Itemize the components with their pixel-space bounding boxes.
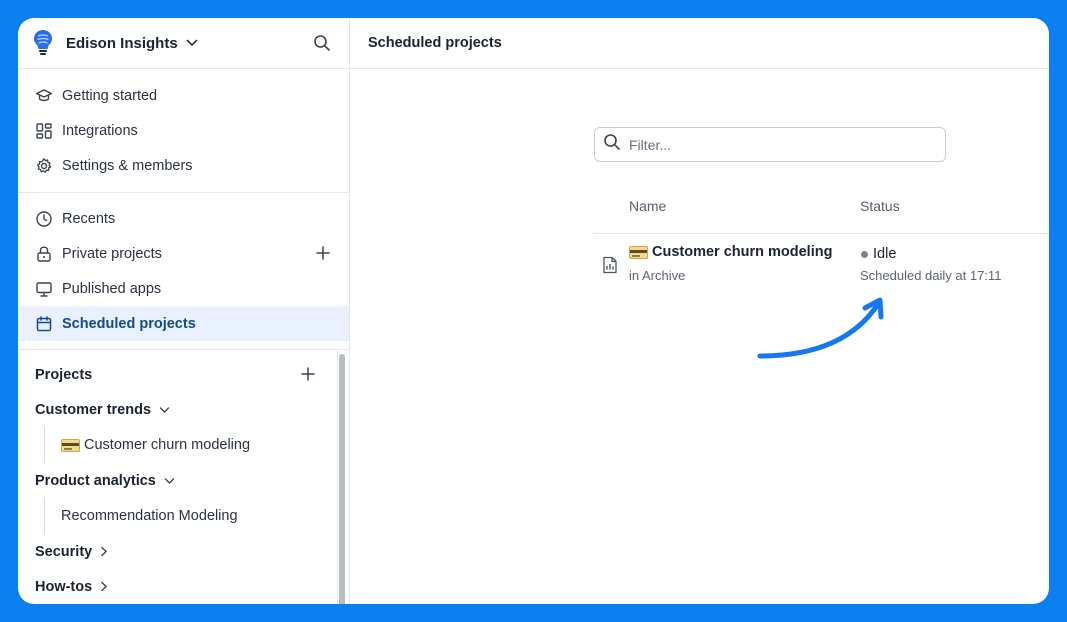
credit-card-emoji-icon (61, 438, 80, 452)
sidebar: Edison Insights Getting started Integrat… (18, 18, 350, 604)
table-divider (594, 233, 1049, 234)
sidebar-scrollbar-thumb[interactable] (339, 354, 345, 604)
monitor-icon (35, 280, 53, 298)
project-item-label: Customer churn modeling (84, 437, 251, 453)
sidebar-item-label: Getting started (62, 87, 158, 104)
sidebar-item-published-apps[interactable]: Published apps (18, 271, 349, 306)
sidebar-item-recents[interactable]: Recents (18, 201, 349, 236)
search-icon (603, 133, 621, 156)
folder-security[interactable]: Security (18, 534, 349, 569)
filter-input[interactable] (629, 136, 929, 153)
gear-icon (35, 157, 53, 175)
folder-product-analytics[interactable]: Product analytics (18, 463, 349, 498)
clock-icon (35, 210, 53, 228)
project-location: in Archive (629, 268, 686, 283)
sidebar-item-label: Private projects (62, 245, 162, 262)
project-row-name[interactable]: Customer churn modeling (629, 244, 832, 260)
column-header-name[interactable]: Name (629, 198, 666, 214)
project-item-recommendation[interactable]: Recommendation Modeling (44, 498, 349, 534)
sidebar-item-scheduled-projects[interactable]: Scheduled projects (18, 306, 349, 341)
folder-label: Security (35, 543, 93, 560)
projects-header-label: Projects (35, 366, 93, 383)
chevron-right-icon[interactable] (100, 581, 108, 592)
chevron-down-icon[interactable] (164, 477, 175, 485)
app-window: Edison Insights Getting started Integrat… (18, 18, 1049, 604)
lightbulb-logo-icon (32, 29, 54, 57)
folder-label: How-tos (35, 578, 93, 595)
report-file-icon (602, 256, 618, 274)
calendar-icon (35, 315, 53, 333)
sidebar-item-label: Scheduled projects (62, 315, 196, 332)
workspace-name[interactable]: Edison Insights (66, 35, 178, 52)
chevron-down-icon[interactable] (186, 39, 198, 47)
main-content: Scheduled projects Name Status Customer … (350, 18, 1049, 604)
projects-section: Projects Customer trends Customer churn … (18, 350, 349, 604)
folder-customer-trends[interactable]: Customer trends (18, 392, 349, 427)
sidebar-item-settings[interactable]: Settings & members (18, 148, 349, 183)
sidebar-item-private-projects[interactable]: Private projects (18, 236, 349, 271)
sidebar-item-integrations[interactable]: Integrations (18, 113, 349, 148)
project-item-label: Recommendation Modeling (61, 508, 238, 524)
project-name-text: Customer churn modeling (652, 244, 833, 260)
sidebar-item-label: Published apps (62, 280, 162, 297)
chevron-right-icon[interactable] (100, 546, 108, 557)
curved-arrow-annotation (757, 297, 884, 359)
secondary-nav: Recents Private projects Published apps (18, 193, 349, 350)
chevron-down-icon[interactable] (159, 406, 170, 414)
projects-header: Projects (18, 357, 349, 392)
search-icon[interactable] (313, 34, 331, 52)
graduation-cap-icon (35, 87, 53, 105)
add-project-icon[interactable] (300, 366, 316, 382)
lock-icon (35, 245, 53, 263)
filter-input-wrapper[interactable] (594, 127, 946, 162)
column-header-status[interactable]: Status (860, 198, 900, 214)
workspace-header: Edison Insights (18, 18, 349, 69)
primary-nav: Getting started Integrations Settings & … (18, 69, 349, 193)
sidebar-item-label: Recents (62, 210, 116, 227)
sidebar-item-label: Settings & members (62, 157, 193, 174)
status-indicator-dot (861, 251, 868, 258)
folder-label: Customer trends (35, 401, 152, 418)
sidebar-item-getting-started[interactable]: Getting started (18, 78, 349, 113)
folder-label: Product analytics (35, 472, 156, 489)
credit-card-emoji-icon (629, 245, 648, 259)
folder-how-tos[interactable]: How-tos (18, 569, 349, 604)
project-item-customer-churn[interactable]: Customer churn modeling (44, 427, 349, 463)
page-title: Scheduled projects (350, 18, 1049, 69)
status-label: Idle (873, 246, 897, 262)
dashboard-grid-icon (35, 122, 53, 140)
sidebar-item-label: Integrations (62, 122, 138, 139)
add-private-project-icon[interactable] (315, 245, 331, 261)
schedule-text: Scheduled daily at 17:11 (860, 268, 1002, 283)
